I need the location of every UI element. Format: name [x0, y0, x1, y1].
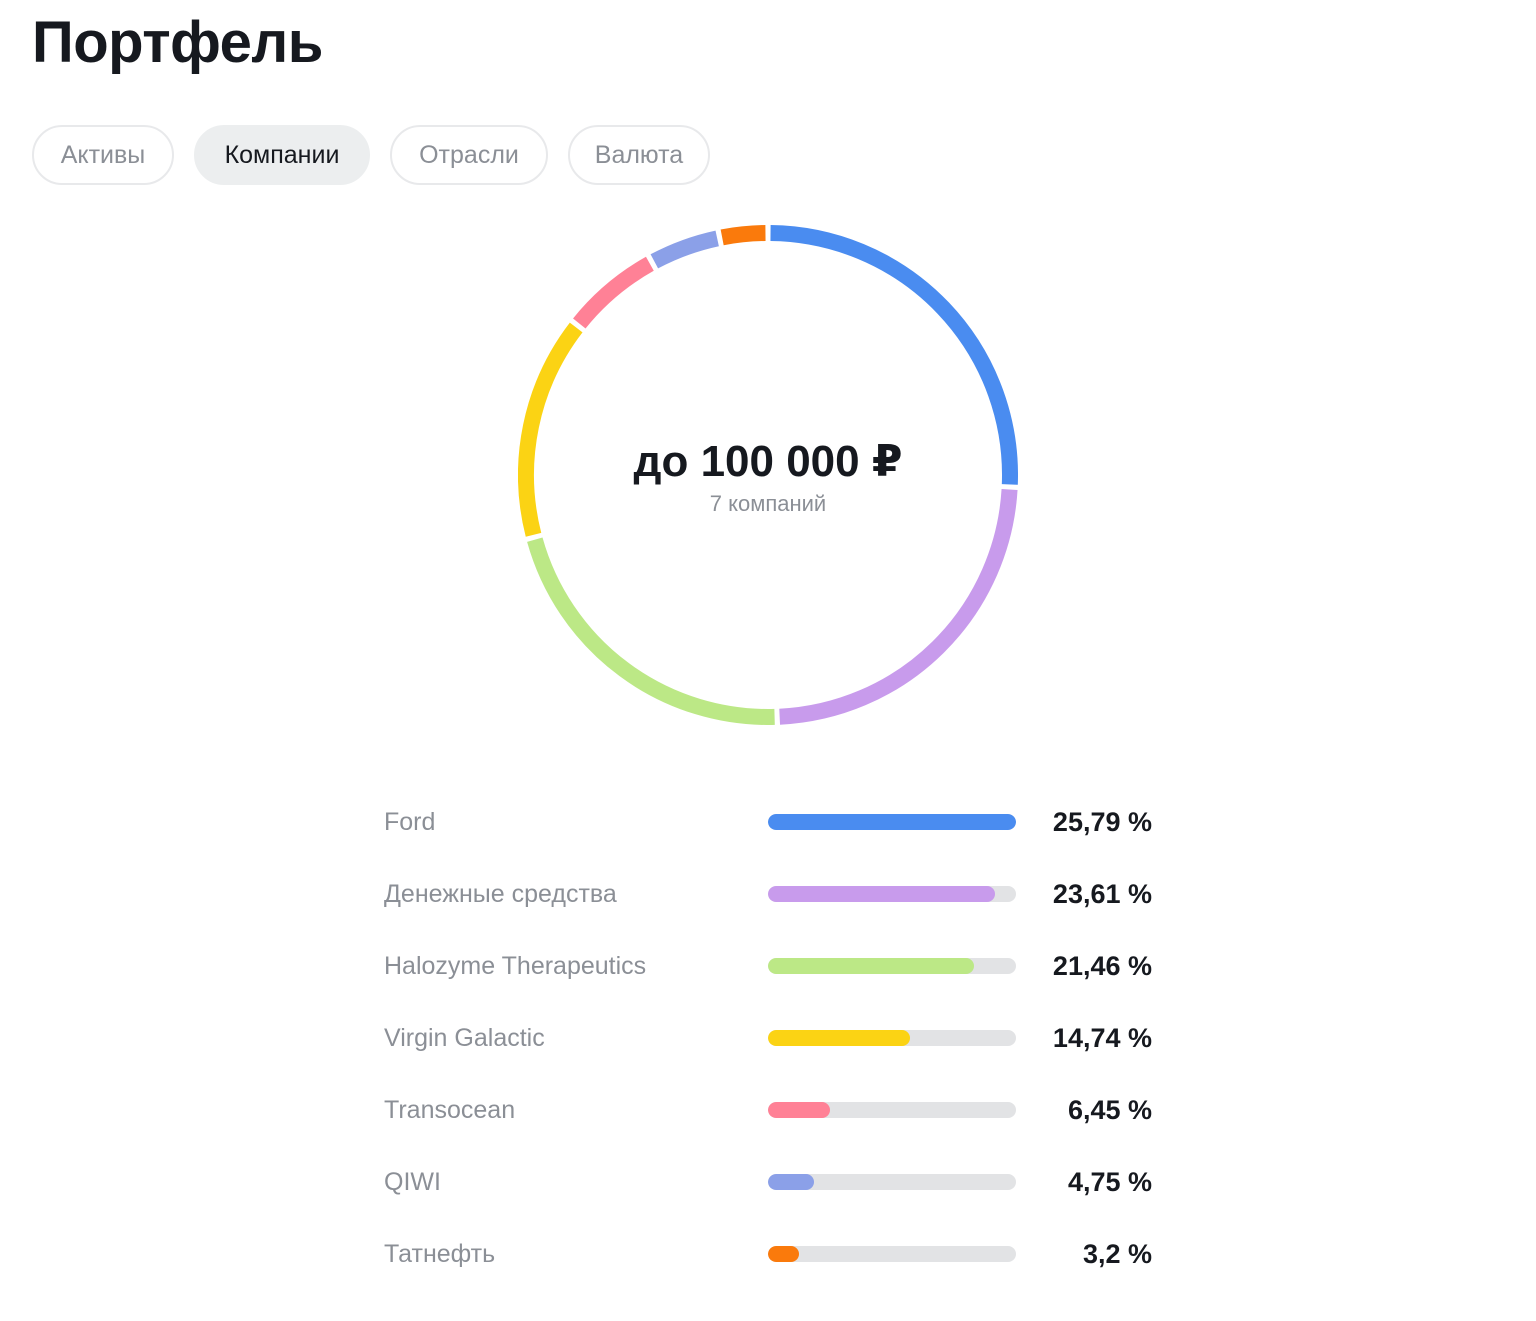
- legend-row: Halozyme Therapeutics 21,46 %: [384, 930, 1152, 1002]
- legend-bar-track: [768, 814, 1016, 830]
- legend-row: QIWI 4,75 %: [384, 1146, 1152, 1218]
- tab-companies[interactable]: Компании: [194, 125, 370, 185]
- legend-row: Transocean 6,45 %: [384, 1074, 1152, 1146]
- legend-bar-track: [768, 1246, 1016, 1262]
- legend-bar-fill-0: [768, 814, 1016, 830]
- legend-bar-fill-6: [768, 1246, 799, 1262]
- portfolio-amount: до 100 000 ₽: [633, 437, 903, 486]
- companies-count: 7 компаний: [709, 491, 827, 516]
- legend-share-value: 14,74 %: [1052, 1023, 1152, 1053]
- legend-bar-track: [768, 958, 1016, 974]
- legend-bar-fill-5: [768, 1174, 814, 1190]
- legend-share-value: 25,79 %: [1052, 807, 1152, 837]
- legend-bar-fill-3: [768, 1030, 910, 1046]
- legend-row: Virgin Galactic 14,74 %: [384, 1002, 1152, 1074]
- legend-company-name: Татнефть: [384, 1240, 496, 1268]
- portfolio-donut-chart: до 100 000 ₽ 7 компаний: [518, 225, 1018, 725]
- legend-company-name: Transocean: [384, 1096, 516, 1124]
- legend-share-value: 3,2 %: [1082, 1239, 1152, 1269]
- tab-assets[interactable]: Активы: [32, 125, 174, 185]
- donut-center: до 100 000 ₽ 7 компаний: [518, 225, 1018, 725]
- legend-share-value: 4,75 %: [1067, 1167, 1152, 1197]
- legend-bar-fill-2: [768, 958, 975, 974]
- tab-industries[interactable]: Отрасли: [390, 125, 548, 185]
- legend-share-value: 6,45 %: [1067, 1095, 1152, 1125]
- legend-share-value: 23,61 %: [1052, 879, 1152, 909]
- legend-company-name: Ford: [384, 808, 436, 836]
- legend-row: Ford 25,79 %: [384, 786, 1152, 858]
- legend-bar-fill-1: [768, 886, 996, 902]
- legend-company-name: QIWI: [384, 1168, 441, 1196]
- legend-company-name: Virgin Galactic: [384, 1024, 545, 1052]
- legend-bar-track: [768, 1030, 1016, 1046]
- legend-row: Татнефть 3,2 %: [384, 1218, 1152, 1290]
- legend-bar-track: [768, 886, 1016, 902]
- legend-share-value: 21,46 %: [1052, 951, 1152, 981]
- legend-row: Денежные средства 23,61 %: [384, 858, 1152, 930]
- legend-company-name: Денежные средства: [384, 880, 617, 908]
- legend-bar-fill-4: [768, 1102, 831, 1118]
- tab-currency[interactable]: Валюта: [568, 125, 710, 185]
- legend-bar-track: [768, 1102, 1016, 1118]
- legend-company-name: Halozyme Therapeutics: [384, 952, 647, 980]
- page-title: Портфель: [32, 10, 323, 75]
- legend-bar-track: [768, 1174, 1016, 1190]
- portfolio-page: Портфель Активы Компании Отрасли Валюта …: [0, 0, 1536, 1321]
